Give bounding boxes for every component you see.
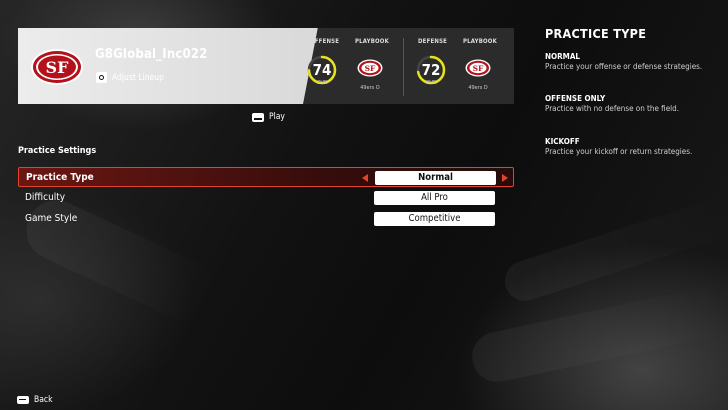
svg-text:SF: SF — [473, 64, 484, 73]
setting-label: Difficulty — [25, 192, 66, 203]
circle-button-icon — [96, 72, 107, 83]
setting-value: Competitive — [374, 212, 495, 226]
info-panel-title: PRACTICE TYPE — [545, 26, 647, 41]
option-description: Practice your kickoff or return strategi… — [545, 147, 693, 156]
info-option-offense-only: OFFENSE ONLY Practice with no defense on… — [545, 94, 679, 113]
option-name: NORMAL — [545, 52, 581, 61]
offense-ovr-label: OVR — [316, 80, 328, 86]
username: G8Global_Inc022 — [95, 47, 208, 62]
defense-playbook-logo-icon: SF — [465, 59, 491, 77]
setting-label: Game Style — [25, 213, 78, 224]
setting-label: Practice Type — [26, 172, 94, 183]
option-description: Practice your offense or defense strateg… — [545, 62, 703, 71]
setting-row-practice-type[interactable]: Practice Type Normal — [18, 167, 514, 187]
defense-ovr-label: OVR — [425, 80, 437, 86]
setting-row-game-style[interactable]: Game Style Competitive — [18, 209, 514, 229]
adjust-lineup-button[interactable]: Adjust Lineup — [96, 72, 164, 83]
keyboard-key-icon — [252, 112, 264, 122]
setting-row-difficulty[interactable]: Difficulty All Pro — [18, 188, 514, 208]
adjust-lineup-label: Adjust Lineup — [112, 72, 164, 83]
back-button[interactable]: Back — [17, 395, 53, 405]
play-button[interactable]: Play — [252, 112, 285, 122]
defense-playbook-label: PLAYBOOK — [463, 38, 497, 45]
play-label: Play — [269, 112, 285, 122]
svg-text:SF: SF — [365, 64, 376, 73]
defense-ovr-value: 72 — [421, 61, 441, 79]
option-name: OFFENSE ONLY — [545, 94, 606, 103]
info-option-normal: NORMAL Practice your offense or defense … — [545, 52, 702, 71]
offense-playbook-name: 49ers O — [360, 85, 380, 91]
header-divider — [403, 38, 404, 96]
back-label: Back — [34, 395, 53, 405]
offense-ovr-value: 74 — [312, 61, 332, 79]
svg-text:SF: SF — [46, 58, 70, 77]
setting-value: Normal — [375, 171, 496, 185]
49ers-logo-icon: SF — [31, 49, 83, 85]
offense-label: OFFENSE — [310, 38, 340, 45]
defense-label: DEFENSE — [418, 38, 448, 45]
practice-settings-title: Practice Settings — [18, 146, 97, 156]
option-name: KICKOFF — [545, 137, 580, 146]
arrow-left-icon[interactable] — [362, 174, 368, 182]
offense-playbook-label: PLAYBOOK — [355, 38, 389, 45]
defense-playbook-name: 49ers D — [468, 85, 488, 91]
offense-playbook-logo-icon: SF — [357, 59, 383, 77]
setting-value: All Pro — [374, 191, 495, 205]
arrow-right-icon[interactable] — [502, 174, 508, 182]
option-description: Practice with no defense on the field. — [545, 104, 679, 113]
back-key-icon — [17, 396, 29, 404]
info-option-kickoff: KICKOFF Practice your kickoff or return … — [545, 137, 692, 156]
